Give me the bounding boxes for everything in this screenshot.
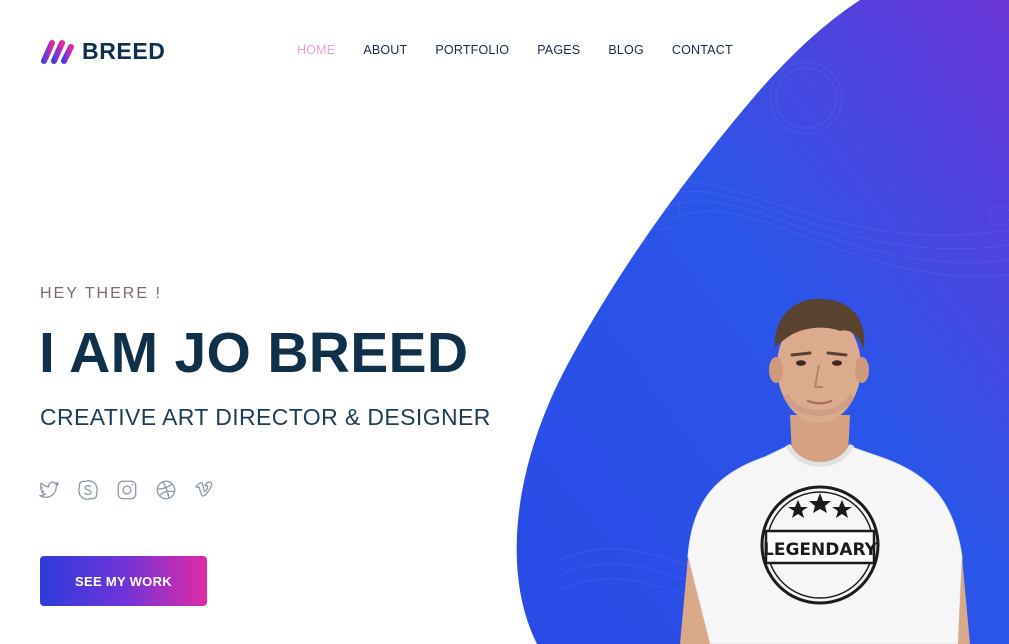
nav-item-pages[interactable]: PAGES	[537, 42, 580, 58]
skype-icon[interactable]	[77, 479, 99, 501]
hero-portrait: LEGENDARY	[670, 295, 990, 644]
nav-item-portfolio[interactable]: PORTFOLIO	[435, 42, 509, 58]
nav-item-blog[interactable]: BLOG	[608, 42, 644, 58]
logo-mark-icon	[41, 40, 74, 64]
nav-item-contact[interactable]: CONTACT	[672, 42, 733, 58]
vimeo-icon[interactable]	[194, 479, 216, 501]
hero-subtitle: CREATIVE ART DIRECTOR & DESIGNER	[40, 404, 491, 430]
brand-name: BREED	[82, 37, 166, 64]
instagram-icon[interactable]	[116, 479, 138, 501]
social-links	[38, 479, 216, 501]
nav-item-about[interactable]: ABOUT	[363, 42, 407, 58]
nav-item-home[interactable]: HOME	[297, 42, 335, 58]
twitter-icon[interactable]	[38, 479, 60, 501]
hero-title: I AM JO BREED	[39, 321, 469, 385]
main-nav: HOME ABOUT PORTFOLIO PAGES BLOG CONTACT	[297, 42, 761, 58]
see-my-work-button[interactable]: SEE MY WORK	[40, 556, 207, 606]
brand-logo[interactable]: BREED	[40, 36, 166, 66]
shirt-emblem-text: LEGENDARY	[763, 540, 878, 560]
hero-eyebrow: HEY THERE !	[40, 285, 162, 302]
dribbble-icon[interactable]	[155, 479, 177, 501]
